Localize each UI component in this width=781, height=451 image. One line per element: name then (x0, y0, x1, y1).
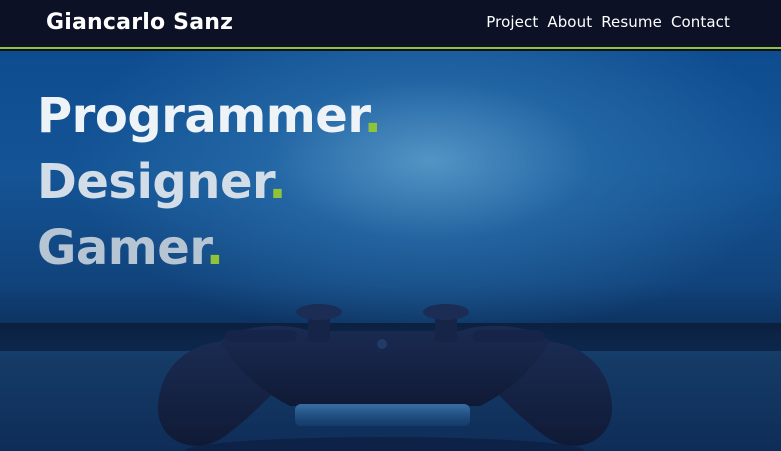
accent-dot: . (268, 154, 287, 210)
hero-headline: Programmer. Designer. Gamer. (37, 83, 382, 281)
navbar: Giancarlo Sanz Project About Resume Cont… (0, 0, 781, 49)
nav-link-project[interactable]: Project (486, 13, 538, 31)
headline-line-programmer: Programmer. (37, 88, 382, 144)
brand-logo[interactable]: Giancarlo Sanz (46, 10, 233, 35)
accent-dot: . (363, 88, 382, 144)
headline-line-designer: Designer. (37, 154, 287, 210)
nav-link-contact[interactable]: Contact (671, 13, 730, 31)
accent-dot: . (205, 220, 224, 276)
nav-links: Project About Resume Contact (486, 13, 730, 31)
headline-line-gamer: Gamer. (37, 220, 224, 276)
hero-section: Programmer. Designer. Gamer. (0, 51, 781, 451)
nav-link-about[interactable]: About (547, 13, 592, 31)
nav-link-resume[interactable]: Resume (601, 13, 662, 31)
